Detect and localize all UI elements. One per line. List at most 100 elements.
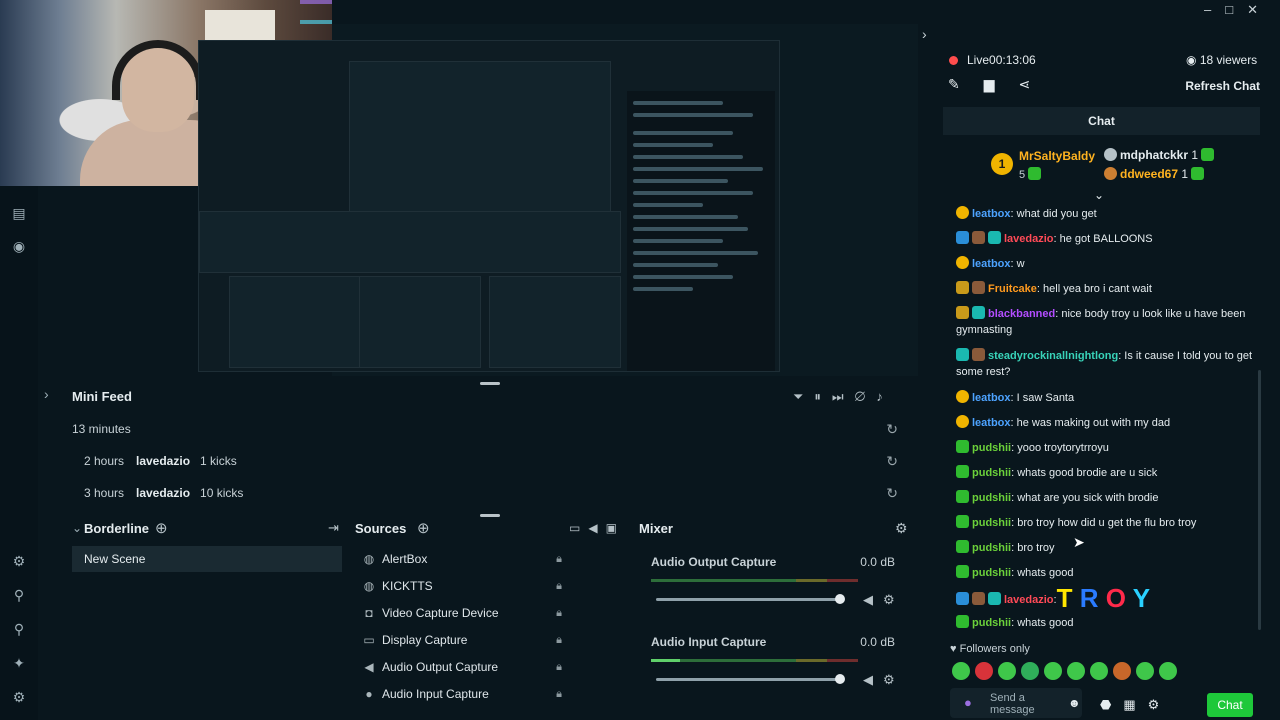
chat-text: : bro troy — [1011, 542, 1055, 554]
speaker-icon[interactable]: ◀ — [863, 672, 873, 688]
source-item[interactable]: ▭ Display Capture 🔒︎ — [362, 627, 562, 653]
emote-icon[interactable] — [952, 662, 970, 680]
collapse-icon[interactable]: ⌄ — [72, 521, 82, 535]
gear-icon[interactable]: ⚙ — [883, 592, 895, 608]
chat-user[interactable]: pudshii — [972, 542, 1011, 554]
volume-knob[interactable] — [835, 674, 845, 684]
volume-knob[interactable] — [835, 594, 845, 604]
studio-icon[interactable]: ▤ — [10, 204, 28, 222]
collapse-chat-icon[interactable]: › — [922, 26, 927, 42]
emote-icon[interactable] — [1090, 662, 1108, 680]
top-gifter-name[interactable]: MrSaltyBaldy — [1019, 149, 1095, 163]
expand-leaderboard-icon[interactable]: ⌄ — [1094, 188, 1104, 202]
chat-user[interactable]: pudshii — [972, 442, 1011, 454]
emote-icon[interactable] — [1159, 662, 1177, 680]
chat-user[interactable]: pudshii — [972, 517, 1011, 529]
emote-icon[interactable] — [975, 662, 993, 680]
edit-icon[interactable]: ✎ — [948, 76, 984, 92]
replay-icon[interactable]: ↻ — [886, 478, 898, 508]
chat-user[interactable]: leatbox — [972, 417, 1011, 429]
chat-user[interactable]: leatbox — [972, 392, 1011, 404]
lock-icon[interactable]: 🔒︎ — [556, 654, 562, 680]
chat-user[interactable]: blackbanned — [988, 308, 1055, 320]
resize-handle[interactable] — [480, 382, 500, 385]
chat-send-button[interactable]: Chat — [1207, 693, 1253, 717]
chat-user[interactable]: leatbox — [972, 258, 1011, 270]
add-source-icon[interactable]: ⊕ — [417, 519, 430, 537]
emote-icon[interactable] — [1044, 662, 1062, 680]
source-item[interactable]: ◍ AlertBox 🔒︎ — [362, 546, 562, 572]
source-item[interactable]: ◀ Audio Output Capture 🔒︎ — [362, 654, 562, 680]
emote-icon[interactable] — [998, 662, 1016, 680]
lock-icon[interactable]: 🔒︎ — [556, 681, 562, 707]
volume-icon[interactable]: ♪ — [876, 389, 894, 404]
pause-icon[interactable]: ⏸ — [814, 389, 832, 404]
gift-icon[interactable]: ▦ — [1123, 697, 1147, 712]
gifter-row[interactable]: ddweed67 1 — [1104, 167, 1207, 181]
chat-user[interactable]: pudshii — [972, 567, 1011, 579]
mixer-settings-icon[interactable]: ⚙ — [895, 520, 908, 537]
source-item[interactable]: ◘ Video Capture Device 🔒︎ — [362, 600, 562, 626]
source-item[interactable]: ● Audio Input Capture 🔒︎ — [362, 681, 562, 707]
settings-icon[interactable]: ⚙ — [10, 688, 28, 706]
scene-item[interactable]: New Scene — [72, 546, 342, 572]
skip-icon[interactable]: ⏭ — [832, 389, 855, 404]
nested-scenes — [229, 276, 361, 368]
filter-icon[interactable]: ⏷ — [793, 389, 814, 404]
emoji-icon[interactable]: ☻ — [1068, 696, 1081, 710]
share-icon[interactable]: ⋖ — [1019, 76, 1055, 92]
lock-icon[interactable]: 🔒︎ — [556, 600, 562, 626]
emote-icon[interactable] — [1067, 662, 1085, 680]
speaker-icon[interactable]: ◀ — [863, 592, 873, 608]
gear-icon[interactable]: ⚙ — [883, 672, 895, 688]
sound-icon[interactable]: ◀ — [588, 521, 605, 535]
maximize-icon[interactable]: □ — [1225, 2, 1247, 17]
emote-icon[interactable] — [1113, 662, 1131, 680]
integrations-icon[interactable]: ⚙ — [10, 552, 28, 570]
replay-icon[interactable]: ↻ — [886, 446, 898, 476]
chat-user[interactable]: pudshii — [972, 617, 1011, 629]
source-item[interactable]: ◍ KICKTTS 🔒︎ — [362, 573, 562, 599]
folder-icon[interactable]: ▭ — [569, 521, 588, 535]
chat-text: : w — [1010, 258, 1025, 270]
refresh-chat-button[interactable]: Refresh Chat — [1185, 79, 1260, 93]
add-scene-icon[interactable]: ⊕ — [155, 519, 168, 537]
lock-icon[interactable]: 🔒︎ — [556, 546, 562, 572]
points-icon[interactable]: ⬣ — [1100, 697, 1123, 712]
chat-user[interactable]: Fruitcake — [988, 283, 1037, 295]
badge-icon — [956, 256, 969, 269]
chat-user[interactable]: lavedazio — [1004, 233, 1054, 245]
chat-message: leatbox: w — [956, 256, 1256, 272]
link-icon[interactable]: ⚲ — [10, 586, 28, 604]
minimize-icon[interactable]: – — [1204, 2, 1225, 17]
lock-icon[interactable]: 🔒︎ — [556, 573, 562, 599]
chat-user[interactable]: leatbox — [972, 208, 1011, 220]
record-icon[interactable]: ◉ — [10, 237, 28, 255]
mute-alerts-icon[interactable]: ⌀ — [855, 389, 877, 404]
resize-handle[interactable] — [480, 514, 500, 517]
gifter-row[interactable]: mdphatckkr 1 — [1104, 148, 1217, 162]
grid-icon[interactable]: ▣ — [606, 521, 625, 535]
camera-icon[interactable]: ▆ — [984, 76, 1019, 92]
chat-scrollbar[interactable] — [1258, 370, 1261, 630]
chat-user[interactable]: pudshii — [972, 467, 1011, 479]
replay-icon[interactable]: ↻ — [886, 414, 898, 444]
message-input[interactable]: ● Send a message ☻ — [950, 688, 1082, 718]
settings-icon[interactable]: ⚙ — [1148, 697, 1172, 712]
volume-slider[interactable] — [656, 678, 841, 681]
chat-user[interactable]: pudshii — [972, 492, 1011, 504]
lock-icon[interactable]: 🔒︎ — [556, 627, 562, 653]
microphone-icon[interactable]: ● — [964, 695, 972, 710]
sparkle-icon[interactable]: ✦ — [10, 654, 28, 672]
volume-slider[interactable] — [656, 598, 841, 601]
chat-user[interactable]: lavedazio — [1004, 594, 1054, 606]
plugin-icon[interactable]: ⚲ — [10, 620, 28, 638]
close-icon[interactable]: ✕ — [1247, 2, 1272, 17]
feed-user[interactable]: lavedazio — [136, 454, 190, 468]
chat-user[interactable]: steadyrockinallnightlong — [988, 350, 1118, 362]
emote-icon[interactable] — [1136, 662, 1154, 680]
collection-icon[interactable]: ⇥ — [328, 520, 339, 536]
expand-feed-icon[interactable]: › — [44, 386, 49, 402]
emote-icon[interactable] — [1021, 662, 1039, 680]
feed-user[interactable]: lavedazio — [136, 486, 190, 500]
